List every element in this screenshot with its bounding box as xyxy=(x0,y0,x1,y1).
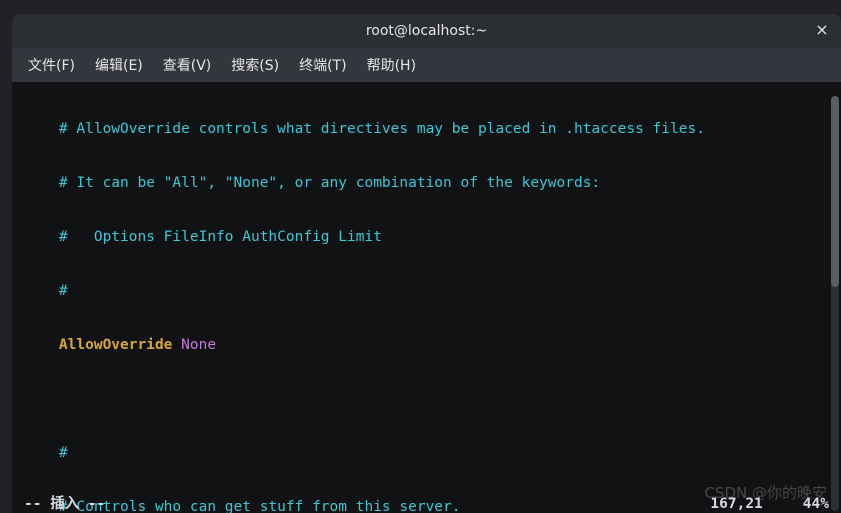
menu-view[interactable]: 查看(V) xyxy=(153,49,222,81)
vim-mode: -- 插入 -- xyxy=(24,495,105,513)
code-line: # Options FileInfo AuthConfig Limit xyxy=(24,229,382,245)
menu-file[interactable]: 文件(F) xyxy=(18,49,85,81)
code-line: # xyxy=(24,445,68,461)
menu-edit[interactable]: 编辑(E) xyxy=(85,49,153,81)
close-icon[interactable]: × xyxy=(813,20,831,38)
terminal-window: root@localhost:~ × 文件(F) 编辑(E) 查看(V) 搜索(… xyxy=(12,14,841,513)
menu-terminal[interactable]: 终端(T) xyxy=(289,49,356,81)
window-title: root@localhost:~ xyxy=(366,23,487,39)
code-line: # xyxy=(24,283,68,299)
vim-status-bar: -- 插入 -- 167,21 44% xyxy=(24,495,829,513)
titlebar: root@localhost:~ × xyxy=(12,14,841,48)
directive-allowoverride: AllowOverride xyxy=(59,337,173,353)
menu-search[interactable]: 搜索(S) xyxy=(221,49,289,81)
code-line: # It can be "All", "None", or any combin… xyxy=(24,175,600,191)
menu-help[interactable]: 帮助(H) xyxy=(357,49,426,81)
scrollbar[interactable] xyxy=(831,96,839,511)
code-line: # AllowOverride controls what directives… xyxy=(24,121,705,137)
scrollbar-thumb[interactable] xyxy=(831,96,839,287)
vim-cursor-pos: 167,21 xyxy=(710,495,762,513)
vim-scroll-pct: 44% xyxy=(803,495,829,513)
terminal-content[interactable]: # AllowOverride controls what directives… xyxy=(12,82,841,513)
menubar: 文件(F) 编辑(E) 查看(V) 搜索(S) 终端(T) 帮助(H) xyxy=(12,48,841,82)
